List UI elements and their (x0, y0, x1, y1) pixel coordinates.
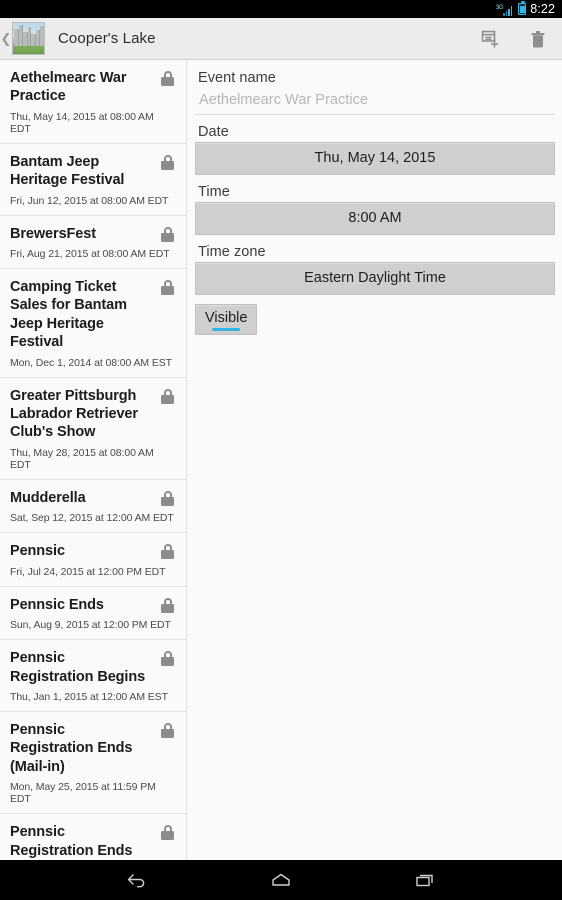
action-bar: ❮ Cooper's Lake (0, 18, 562, 60)
timezone-button[interactable]: Eastern Daylight Time (195, 262, 555, 295)
event-date: Sun, Aug 9, 2015 at 12:00 PM EDT (10, 619, 171, 632)
event-list[interactable]: Aethelmearc War Practice Thu, May 14, 20… (0, 60, 187, 860)
event-title: Pennsic Ends (10, 596, 104, 613)
time-button[interactable]: 8:00 AM (195, 202, 555, 235)
recents-icon[interactable] (408, 865, 442, 895)
signal-bars-icon: 3G (496, 2, 514, 16)
android-screen: 3G 8:22 ❮ Cooper's Lake Aethelmearc War … (0, 0, 562, 900)
lock-icon (161, 71, 174, 86)
up-caret-icon[interactable]: ❮ (0, 32, 12, 45)
event-name-label: Event name (198, 70, 276, 86)
event-title: Pennsic Registration Begins (10, 650, 146, 685)
visible-toggle[interactable]: Visible (195, 304, 258, 335)
add-event-icon[interactable] (466, 18, 514, 60)
castle-graphic (14, 25, 44, 46)
list-item[interactable]: Aethelmearc War Practice Thu, May 14, 20… (0, 60, 186, 144)
list-item[interactable]: Pennsic Registration Ends (Online - Paid… (0, 814, 186, 860)
lock-icon (161, 651, 174, 667)
event-date: Sat, Sep 12, 2015 at 12:00 AM EDT (10, 512, 174, 525)
page-title: Cooper's Lake (58, 30, 156, 47)
time-label: Time (198, 184, 230, 200)
app-thumbnail-icon[interactable] (12, 22, 45, 55)
event-title: Pennsic (10, 543, 65, 560)
event-date: Mon, May 25, 2015 at 11:59 PM EDT (10, 781, 156, 806)
lock-icon (161, 722, 174, 738)
visible-toggle-label: Visible (205, 310, 248, 326)
home-icon[interactable] (264, 865, 298, 895)
action-bar-actions (466, 18, 562, 60)
list-item[interactable]: Mudderella Sat, Sep 12, 2015 at 12:00 AM… (0, 479, 186, 534)
network-type-label: 3G (495, 5, 504, 11)
list-item[interactable]: Pennsic Ends Sun, Aug 9, 2015 at 12:00 P… (0, 586, 186, 641)
event-date: Thu, Jan 1, 2015 at 12:00 AM EST (10, 690, 168, 703)
signal-strength-icon (503, 5, 514, 16)
list-item[interactable]: Greater Pittsburgh Labrador Retriever Cl… (0, 377, 186, 480)
android-nav-bar (0, 860, 562, 900)
event-date: Fri, Jul 24, 2015 at 12:00 PM EDT (10, 565, 166, 578)
date-label: Date (198, 124, 229, 140)
event-date: Fri, Aug 21, 2015 at 08:00 AM EDT (10, 248, 170, 261)
event-title: Bantam Jeep Heritage Festival (10, 153, 125, 189)
event-title: Aethelmearc War Practice (10, 70, 127, 105)
battery-icon (518, 1, 527, 15)
event-title: Camping Ticket Sales for Bantam Jeep Her… (10, 279, 127, 351)
lock-icon (161, 280, 174, 296)
back-icon[interactable] (120, 865, 154, 895)
event-title: BrewersFest (10, 225, 96, 242)
visible-toggle-accent (212, 328, 241, 331)
lock-icon (161, 597, 174, 613)
delete-icon[interactable] (514, 18, 562, 60)
event-title: Pennsic Registration Ends (Online - Paid… (10, 824, 133, 859)
list-item[interactable]: Bantam Jeep Heritage Festival Fri, Jun 1… (0, 143, 186, 216)
event-date: Thu, May 28, 2015 at 08:00 AM EDT (10, 446, 154, 471)
status-bar: 3G 8:22 (0, 0, 562, 18)
event-date: Mon, Dec 1, 2014 at 08:00 AM EST (10, 356, 172, 369)
content-area: Aethelmearc War Practice Thu, May 14, 20… (0, 60, 562, 860)
event-date: Thu, May 14, 2015 at 08:00 AM EDT (10, 110, 154, 135)
list-item[interactable]: BrewersFest Fri, Aug 21, 2015 at 08:00 A… (0, 215, 186, 270)
event-title: Greater Pittsburgh Labrador Retriever Cl… (10, 387, 138, 441)
lock-icon (161, 226, 174, 242)
status-bar-right: 3G 8:22 (496, 1, 555, 16)
event-title: Mudderella (10, 489, 86, 506)
timezone-label: Time zone (198, 244, 266, 260)
list-item[interactable]: Camping Ticket Sales for Bantam Jeep Her… (0, 269, 186, 378)
list-item[interactable]: Pennsic Registration Ends (Mail-in) Mon,… (0, 711, 186, 815)
date-button[interactable]: Thu, May 14, 2015 (195, 142, 555, 175)
status-clock: 8:22 (530, 2, 555, 16)
event-title: Pennsic Registration Ends (Mail-in) (10, 721, 133, 775)
list-item[interactable]: Pennsic Registration Begins Thu, Jan 1, … (0, 640, 186, 712)
lock-icon (161, 825, 174, 841)
event-name-input[interactable]: Aethelmearc War Practice (195, 88, 555, 115)
event-date: Fri, Jun 12, 2015 at 08:00 AM EDT (10, 194, 169, 207)
lock-icon (161, 154, 174, 170)
lock-icon (161, 490, 174, 506)
event-detail-form: Event name Aethelmearc War Practice Date… (187, 60, 562, 860)
list-item[interactable]: Pennsic Fri, Jul 24, 2015 at 12:00 PM ED… (0, 533, 186, 587)
lock-icon (161, 544, 174, 560)
lock-icon (161, 388, 174, 404)
